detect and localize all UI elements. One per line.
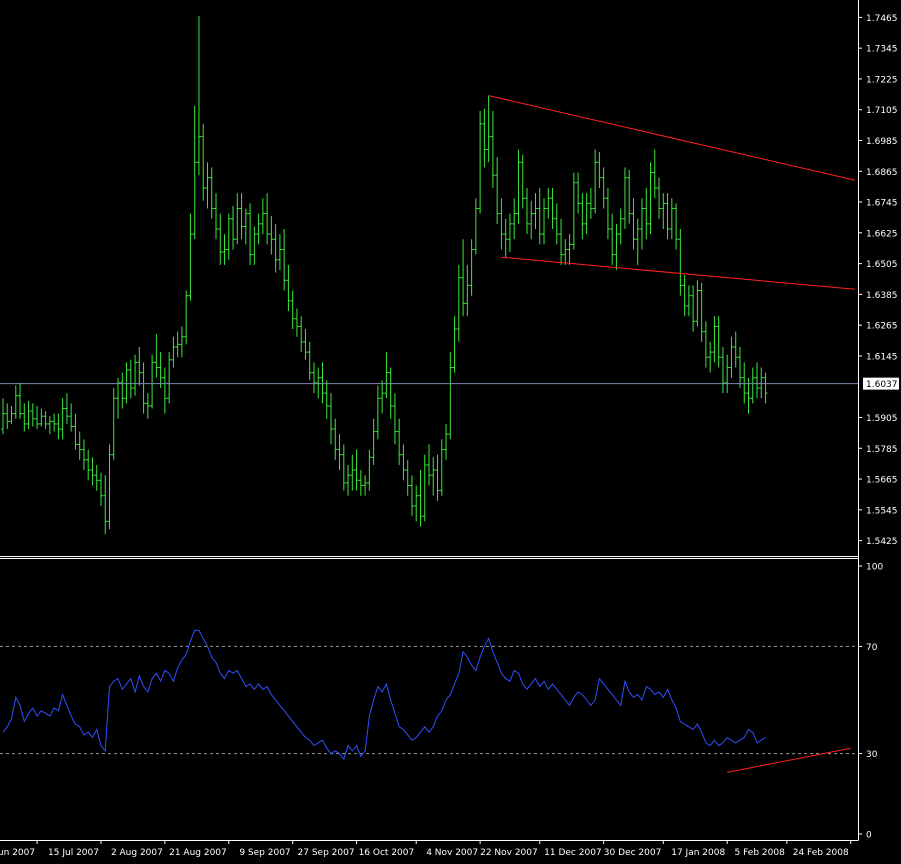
price-tick-label: 1.6505 <box>866 260 898 270</box>
rsi-tick-label: 70 <box>866 643 878 653</box>
price-tick-label: 1.5665 <box>866 476 898 486</box>
current-price-label: 1.6037 <box>866 380 898 390</box>
forex-chart: 1.7465 1.7345 1.7225 1.7105 1.6985 1.6865 1.67… <box>0 0 901 860</box>
rsi-tick-label: 100 <box>866 563 883 573</box>
time-tick-label: 15 Jul 2007 <box>48 848 99 858</box>
price-tick-label: 1.6625 <box>866 229 898 239</box>
rsi-tick-label: 0 <box>866 831 872 841</box>
time-tick-label: 21 Aug 2007 <box>169 848 227 858</box>
price-tick-label: 1.6865 <box>866 168 898 178</box>
price-tick-label: 1.7225 <box>866 75 898 85</box>
time-tick-label: 9 Sep 2007 <box>239 848 290 858</box>
price-tick-label: 1.5785 <box>866 445 898 455</box>
time-tick-label: 24 Feb 2008 <box>793 848 849 858</box>
price-tick-label: 1.5905 <box>866 414 898 424</box>
price-tick-label: 1.7465 <box>866 14 898 24</box>
price-tick-label: 1.5425 <box>866 537 898 547</box>
time-tick-label: 16 Oct 2007 <box>359 848 415 858</box>
time-tick-label: 30 Dec 2007 <box>604 848 662 858</box>
time-tick-label: 22 Nov 2007 <box>480 848 538 858</box>
price-tick-label: 1.6145 <box>866 352 898 362</box>
rsi-tick-label: 30 <box>866 750 878 760</box>
time-tick-label: 26 Jun 2007 <box>0 848 35 858</box>
time-tick-label: 27 Sep 2007 <box>298 848 355 858</box>
current-price-box: 1.6037 <box>863 377 899 390</box>
price-tick-label: 1.7105 <box>866 106 898 116</box>
price-tick-label: 1.5545 <box>866 506 898 516</box>
time-tick-label: 11 Dec 2007 <box>544 848 602 858</box>
price-tick-label: 1.6265 <box>866 322 898 332</box>
price-tick-label: 1.6985 <box>866 137 898 147</box>
price-tick-label: 1.6385 <box>866 291 898 301</box>
price-tick-label: 1.7345 <box>866 45 898 55</box>
chart-container: 1.7465 1.7345 1.7225 1.7105 1.6985 1.6865 1.67… <box>0 0 901 860</box>
time-tick-label: 17 Jan 2008 <box>671 848 725 858</box>
time-tick-label: 5 Feb 2008 <box>735 848 786 858</box>
time-tick-label: 2 Aug 2007 <box>111 848 163 858</box>
price-tick-label: 1.6745 <box>866 199 898 209</box>
time-tick-label: 4 Nov 2007 <box>426 848 478 858</box>
